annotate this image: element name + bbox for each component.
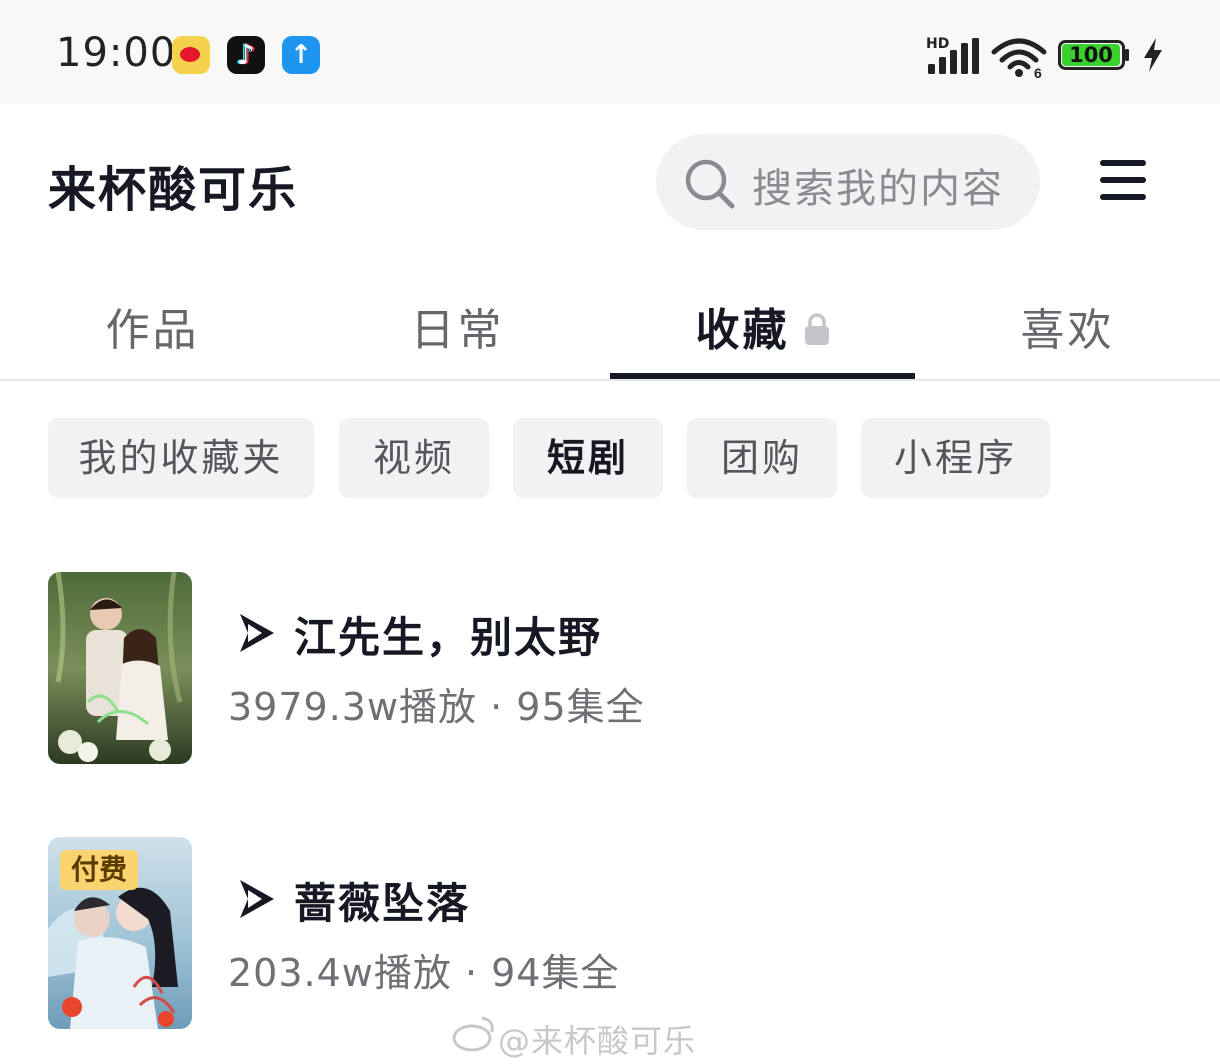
status-time: 19:00 (56, 30, 177, 76)
menu-icon[interactable] (1100, 160, 1146, 200)
chip-group-buy[interactable]: 团购 (687, 418, 837, 498)
drama-cover-image[interactable] (48, 572, 192, 764)
tab-label: 作品 (105, 305, 200, 356)
paid-badge: 付费 (60, 850, 138, 890)
wifi-icon: 6 (991, 38, 1047, 78)
watermark-text: @来杯酸可乐 (498, 1022, 697, 1060)
tab-label: 日常 (410, 305, 505, 356)
drama-meta: 203.4w播放 · 94集全 (228, 951, 620, 995)
svg-text:6: 6 (1034, 65, 1042, 78)
lock-icon (804, 313, 829, 345)
search-placeholder: 搜索我的内容 (752, 166, 1004, 212)
chip-my-folders[interactable]: 我的收藏夹 (48, 418, 314, 498)
douyin-icon (227, 36, 265, 74)
search-icon (685, 159, 735, 209)
drama-title[interactable]: 江先生，别太野 (294, 604, 602, 665)
tab-label: 收藏 (695, 305, 790, 356)
divider (0, 379, 1220, 381)
short-drama-icon (240, 880, 274, 918)
drama-title[interactable]: 蔷薇坠落 (294, 870, 470, 931)
upload-icon: ↑ (282, 36, 320, 74)
tab-label: 喜欢 (1020, 305, 1115, 356)
charging-icon (1144, 38, 1162, 72)
short-drama-icon (240, 614, 274, 652)
tab-works[interactable]: 作品 (0, 294, 305, 358)
battery-percent: 100 (1069, 43, 1113, 67)
drama-meta: 3979.3w播放 · 95集全 (228, 685, 645, 729)
weibo-watermark-icon (452, 1016, 494, 1052)
tab-daily[interactable]: 日常 (305, 294, 610, 358)
tab-likes[interactable]: 喜欢 (915, 294, 1220, 358)
tab-favorites[interactable]: 收藏 (610, 294, 915, 358)
chip-short-dramas[interactable]: 短剧 (513, 418, 663, 498)
chip-mini-programs[interactable]: 小程序 (861, 418, 1050, 498)
weibo-icon (172, 36, 210, 74)
chip-videos[interactable]: 视频 (339, 418, 489, 498)
signal-icon (928, 38, 979, 74)
page-title: 来杯酸可乐 (48, 162, 299, 218)
